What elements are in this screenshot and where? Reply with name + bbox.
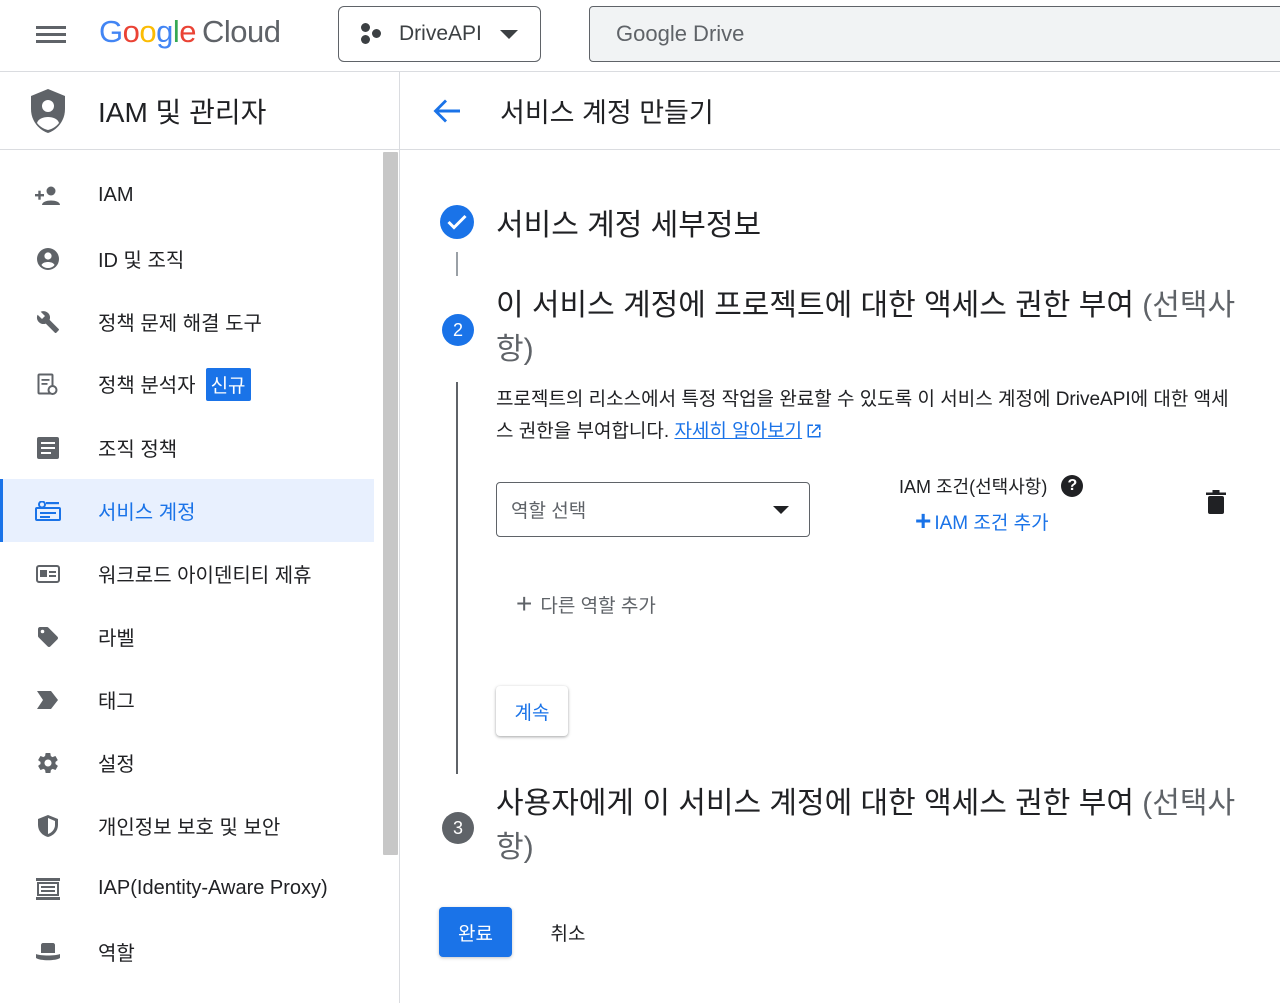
project-hexagon-icon	[359, 21, 385, 47]
sidebar-item-tags[interactable]: 태그	[0, 668, 374, 731]
sidebar-item-service-accounts[interactable]: 서비스 계정	[0, 479, 374, 542]
top-bar: Google Cloud DriveAPI Google Drive	[0, 0, 1280, 72]
sidebar-item-roles[interactable]: 역할	[0, 920, 374, 983]
check-circle-icon	[440, 205, 474, 239]
article-icon	[34, 434, 62, 462]
main-header: 서비스 계정 만들기	[400, 72, 1280, 150]
service-account-icon	[34, 497, 62, 525]
sidebar-item-policy-analyzer[interactable]: 정책 분석자 신규	[0, 353, 374, 416]
plus-icon: +	[516, 588, 533, 619]
dropdown-arrow-icon	[773, 506, 789, 514]
sidebar-header: IAM 및 관리자	[0, 72, 399, 150]
add-iam-condition-button[interactable]: + IAM 조건 추가	[915, 507, 1049, 535]
sidebar-title: IAM 및 관리자	[98, 96, 267, 128]
sidebar-item-org-policy[interactable]: 조직 정책	[0, 416, 374, 479]
cancel-button[interactable]: 취소	[532, 907, 604, 957]
continue-button[interactable]: 계속	[496, 686, 568, 736]
sidebar: IAM 및 관리자 IAM ID 및 조직 정책 문제 해결 도구 정책 분석자…	[0, 72, 400, 1003]
iam-condition-label: IAM 조건(선택사항) ?	[899, 473, 1084, 499]
chevron-down-icon	[499, 29, 518, 39]
step-3-title[interactable]: 사용자에게 이 서비스 계정에 대한 액세스 권한 부여 (선택사항)	[496, 782, 1236, 870]
step-2-title: 이 서비스 계정에 프로젝트에 대한 액세스 권한 부여 (선택사항)	[496, 289, 1236, 366]
step-2-number: 2	[442, 314, 474, 346]
iam-shield-icon	[31, 88, 65, 133]
page-title: 서비스 계정 만들기	[500, 98, 714, 128]
sidebar-item-labels[interactable]: 라벨	[0, 605, 374, 668]
policy-document-icon	[34, 371, 62, 399]
sidebar-item-privacy-security[interactable]: 개인정보 보호 및 보안	[0, 794, 374, 857]
step-2-description: 프로젝트의 리소스에서 특정 작업을 완료할 수 있도록 이 서비스 계정에 D…	[496, 389, 1229, 442]
label-arrow-icon	[34, 686, 62, 714]
account-circle-icon	[34, 245, 62, 273]
delete-trash-icon[interactable]	[1206, 490, 1226, 514]
back-arrow-icon[interactable]	[430, 94, 464, 128]
step-1-title: 서비스 계정 세부정보	[496, 209, 762, 242]
security-shield-icon	[34, 812, 62, 840]
project-selector-button[interactable]: DriveAPI	[338, 6, 541, 62]
new-badge: 신규	[205, 368, 251, 401]
add-person-icon	[34, 182, 62, 210]
sidebar-item-policy-troubleshooter[interactable]: 정책 문제 해결 도구	[0, 290, 374, 353]
role-hat-icon	[34, 938, 62, 966]
step-3-number: 3	[442, 812, 474, 844]
done-button[interactable]: 완료	[439, 907, 512, 957]
sidebar-item-workload-identity[interactable]: 워크로드 아이덴티티 제휴	[0, 542, 374, 605]
search-input[interactable]: Google Drive	[589, 6, 1280, 62]
hamburger-menu-icon[interactable]	[28, 20, 72, 52]
id-card-icon	[34, 560, 62, 588]
iap-icon	[34, 875, 62, 903]
learn-more-link[interactable]: 자세히 알아보기	[674, 421, 802, 442]
sidebar-item-settings[interactable]: 설정	[0, 731, 374, 794]
sidebar-item-iap[interactable]: IAP(Identity-Aware Proxy)	[0, 857, 374, 920]
wrench-icon	[34, 308, 62, 336]
main-content: 서비스 계정 만들기 서비스 계정 세부정보 2 이 서비스 계정에 프로젝트에…	[400, 72, 1280, 1003]
step-connector	[456, 252, 458, 276]
project-name: DriveAPI	[399, 22, 482, 45]
sidebar-item-iam[interactable]: IAM	[0, 164, 374, 227]
step-2-rail	[456, 382, 458, 774]
gear-icon	[34, 749, 62, 777]
sidebar-item-identity-org[interactable]: ID 및 조직	[0, 227, 374, 290]
role-select-dropdown[interactable]: 역할 선택	[496, 482, 810, 537]
step-1[interactable]: 서비스 계정 세부정보	[440, 200, 761, 244]
help-icon[interactable]: ?	[1061, 475, 1084, 497]
tag-icon	[34, 623, 62, 651]
sidebar-scrollbar[interactable]	[383, 152, 398, 855]
plus-icon: +	[915, 505, 932, 536]
sidebar-nav: IAM ID 및 조직 정책 문제 해결 도구 정책 분석자 신규 조직 정책 서…	[0, 150, 399, 983]
google-cloud-logo[interactable]: Google Cloud	[99, 14, 281, 50]
external-link-icon	[807, 424, 821, 438]
add-another-role-button[interactable]: + 다른 역할 추가	[516, 590, 656, 618]
